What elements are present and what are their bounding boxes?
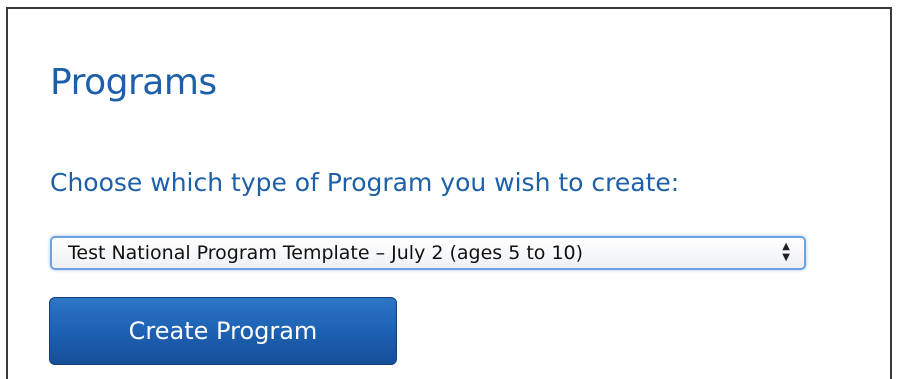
create-program-button[interactable]: Create Program — [49, 297, 397, 365]
programs-panel: Programs Choose which type of Program yo… — [6, 7, 892, 379]
page-title: Programs — [50, 62, 217, 103]
program-type-select[interactable]: Test National Program Template – July 2 … — [50, 236, 806, 270]
program-type-selected-value: Test National Program Template – July 2 … — [68, 242, 584, 264]
program-type-prompt: Choose which type of Program you wish to… — [50, 168, 680, 197]
up-down-chevron-icon: ▲ ▼ — [782, 241, 790, 263]
